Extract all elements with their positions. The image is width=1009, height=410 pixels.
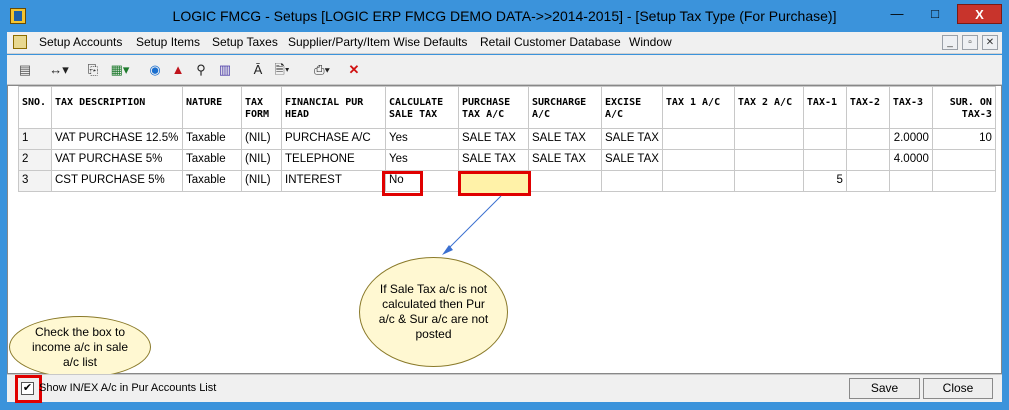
menu-bar: Setup Accounts Setup Items Setup Taxes S… xyxy=(7,32,1002,54)
sale-tax-callout: If Sale Tax a/c is not calculated then P… xyxy=(359,257,508,367)
callout-arrow xyxy=(442,195,502,255)
form-icon[interactable]: ▤ xyxy=(17,62,33,78)
copy-icon[interactable]: ⎘ xyxy=(85,62,101,78)
menu-retail-customer-database[interactable]: Retail Customer Database xyxy=(480,35,621,49)
save-button[interactable]: Save xyxy=(849,378,920,399)
checkbox-callout: Check the box to income a/c in sale a/c … xyxy=(9,316,151,378)
print-preview-icon[interactable]: 🗎▾ xyxy=(270,62,294,78)
up-arrow-icon[interactable]: ▲ xyxy=(170,62,186,78)
document-icon[interactable] xyxy=(13,35,27,49)
maximize-button[interactable]: □ xyxy=(918,4,952,24)
app-window: LOGIC FMCG - Setups [LOGIC ERP FMCG DEMO… xyxy=(0,0,1009,410)
minimize-button[interactable]: — xyxy=(880,4,914,24)
footer-bar: ✔ Show IN/EX A/c in Pur Accounts List Sa… xyxy=(7,374,1002,403)
menu-window[interactable]: Window xyxy=(629,35,672,49)
cancel-icon[interactable]: ✕ xyxy=(346,62,362,78)
mdi-close-button[interactable]: ✕ xyxy=(982,35,998,50)
font-icon[interactable]: Ā xyxy=(250,62,266,78)
chart-icon[interactable]: ▥ xyxy=(216,62,234,78)
menu-setup-accounts[interactable]: Setup Accounts xyxy=(39,35,122,49)
mdi-restore-button[interactable]: ▫ xyxy=(962,35,978,50)
menu-setup-items[interactable]: Setup Items xyxy=(136,35,200,49)
show-inex-checkbox[interactable]: ✔ xyxy=(21,382,34,395)
callout-arrow-head xyxy=(442,245,453,255)
close-button[interactable]: Close xyxy=(923,378,993,399)
browser-icon[interactable]: ◉ xyxy=(147,62,163,78)
menu-supplier-defaults[interactable]: Supplier/Party/Item Wise Defaults xyxy=(288,35,467,49)
menu-setup-taxes[interactable]: Setup Taxes xyxy=(212,35,278,49)
printer-icon[interactable]: ⎙▾ xyxy=(307,62,337,78)
window-title: LOGIC FMCG - Setups [LOGIC ERP FMCG DEMO… xyxy=(172,8,837,24)
close-window-button[interactable]: X xyxy=(957,4,1002,24)
find-icon[interactable]: ⚲ xyxy=(193,62,209,78)
title-bar: LOGIC FMCG - Setups [LOGIC ERP FMCG DEMO… xyxy=(0,0,1009,32)
grid-panel: SNO. TAX DESCRIPTION NATURE TAX FORM FIN… xyxy=(7,85,1002,378)
toolbar: ▤ ↔▾ ⎘ ▦▾ ◉ ▲ ⚲ ▥ Ā 🗎▾ ⎙▾ ✕ xyxy=(7,55,1002,85)
column-width-icon[interactable]: ↔▾ xyxy=(47,62,71,78)
show-inex-label: Show IN/EX A/c in Pur Accounts List xyxy=(39,382,217,394)
mdi-minimize-button[interactable]: _ xyxy=(942,35,958,50)
excel-export-icon[interactable]: ▦▾ xyxy=(108,62,132,78)
callout-arrow-line xyxy=(445,195,502,252)
